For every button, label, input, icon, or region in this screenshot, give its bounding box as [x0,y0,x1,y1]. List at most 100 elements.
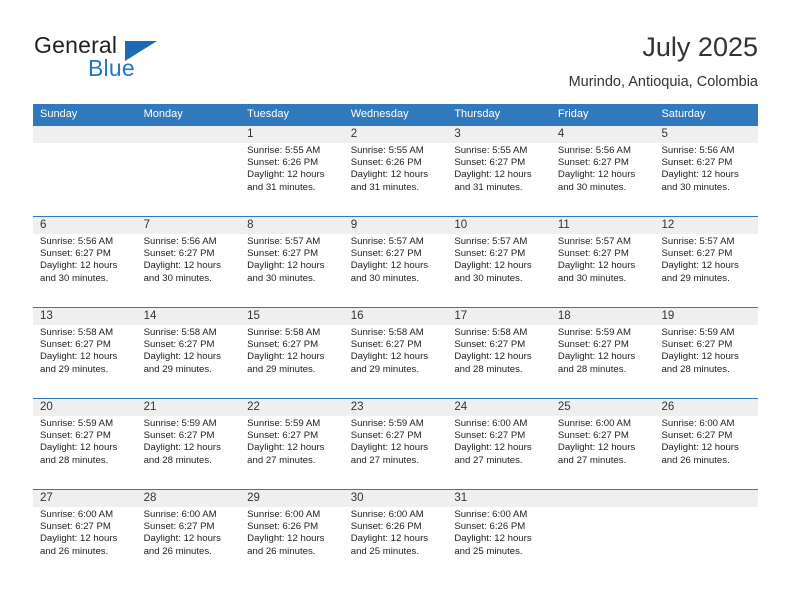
daylight-text-line2: and 28 minutes. [557,363,627,375]
day-cell[interactable]: 5 Sunrise: 5:56 AM Sunset: 6:27 PM Dayli… [654,126,758,216]
daylight-text-line1: Daylight: 12 hours [454,533,532,545]
daylight-text-line2: and 29 minutes. [143,363,212,375]
daylight-text-line1: Daylight: 12 hours [350,260,429,272]
day-cell[interactable]: 15 Sunrise: 5:58 AM Sunset: 6:27 PM Dayl… [240,308,344,398]
day-cell[interactable]: 11 Sunrise: 5:57 AM Sunset: 6:27 PM Dayl… [551,217,655,307]
day-cell[interactable]: 23 Sunrise: 5:59 AM Sunset: 6:27 PM Dayl… [344,399,448,489]
sunrise-text: Sunrise: 5:58 AM [454,327,528,338]
day-number: 13 [40,310,53,322]
day-cell[interactable]: 14 Sunrise: 5:58 AM Sunset: 6:27 PM Dayl… [137,308,241,398]
weekday-header-sunday: Sunday [40,108,78,120]
day-cell[interactable]: 16 Sunrise: 5:58 AM Sunset: 6:27 PM Dayl… [344,308,448,398]
day-cell[interactable]: 9 Sunrise: 5:57 AM Sunset: 6:27 PM Dayli… [344,217,448,307]
day-cell[interactable]: 10 Sunrise: 5:57 AM Sunset: 6:27 PM Dayl… [447,217,551,307]
day-details: Sunrise: 5:59 AM Sunset: 6:27 PM Dayligh… [558,327,649,376]
sunset-text: Sunset: 6:26 PM [454,521,526,533]
daylight-text-line1: Daylight: 12 hours [350,442,429,454]
day-cell[interactable]: 22 Sunrise: 5:59 AM Sunset: 6:27 PM Dayl… [240,399,344,489]
day-details: Sunrise: 5:55 AM Sunset: 6:26 PM Dayligh… [351,145,442,194]
day-number [40,126,131,143]
sunrise-text: Sunrise: 5:56 AM [40,236,114,247]
sunrise-text: Sunrise: 5:59 AM [40,418,114,429]
daylight-text-line2: and 29 minutes. [661,272,730,284]
day-details: Sunrise: 5:56 AM Sunset: 6:27 PM Dayligh… [40,236,131,285]
daylight-text-line1: Daylight: 12 hours [350,169,429,181]
week-row: 20 Sunrise: 5:59 AM Sunset: 6:27 PM Dayl… [33,398,758,489]
day-cell[interactable]: 17 Sunrise: 5:58 AM Sunset: 6:27 PM Dayl… [447,308,551,398]
day-cell[interactable]: 12 Sunrise: 5:57 AM Sunset: 6:27 PM Dayl… [654,217,758,307]
day-number [144,126,235,143]
weekday-header-friday: Friday [557,108,589,120]
daylight-text-line1: Daylight: 12 hours [350,351,429,363]
day-cell[interactable]: 7 Sunrise: 5:56 AM Sunset: 6:27 PM Dayli… [137,217,241,307]
day-cell[interactable]: 24 Sunrise: 6:00 AM Sunset: 6:27 PM Dayl… [447,399,551,489]
sunrise-text: Sunrise: 5:58 AM [40,327,114,338]
day-number: 26 [661,401,675,413]
day-number: 6 [40,219,47,231]
daylight-text-line1: Daylight: 12 hours [40,260,118,272]
sunset-text: Sunset: 6:27 PM [557,339,629,351]
sunrise-text: Sunrise: 5:55 AM [454,145,528,156]
sunrise-text: Sunrise: 5:56 AM [661,145,735,156]
sunrise-text: Sunrise: 5:58 AM [247,327,321,338]
day-number: 22 [247,401,260,413]
day-cell[interactable]: 19 Sunrise: 5:59 AM Sunset: 6:27 PM Dayl… [654,308,758,398]
daylight-text-line2: and 29 minutes. [40,363,109,375]
day-number: 7 [143,219,150,231]
daylight-text-line2: and 30 minutes. [143,272,212,284]
day-cell[interactable]: 30 Sunrise: 6:00 AM Sunset: 6:26 PM Dayl… [344,490,448,580]
logo[interactable]: General Blue [34,32,294,90]
day-number: 3 [454,128,461,140]
day-cell[interactable]: 18 Sunrise: 5:59 AM Sunset: 6:27 PM Dayl… [551,308,655,398]
daylight-text-line1: Daylight: 12 hours [454,442,532,454]
sunset-text: Sunset: 6:27 PM [247,248,319,260]
page-header: General Blue July 2025 Murindo, Antioqui… [34,32,758,96]
day-details: Sunrise: 5:55 AM Sunset: 6:26 PM Dayligh… [247,145,338,194]
logo-text-blue: Blue [88,55,135,81]
day-cell[interactable]: 4 Sunrise: 5:56 AM Sunset: 6:27 PM Dayli… [551,126,655,216]
daylight-text-line2: and 26 minutes. [247,545,316,557]
weekday-header-thursday: Thursday [454,108,501,120]
day-cell[interactable]: 2 Sunrise: 5:55 AM Sunset: 6:26 PM Dayli… [344,126,448,216]
day-number: 10 [454,219,468,231]
daylight-text-line1: Daylight: 12 hours [143,351,221,363]
day-cell[interactable]: 3 Sunrise: 5:55 AM Sunset: 6:27 PM Dayli… [447,126,551,216]
sunrise-text: Sunrise: 5:59 AM [557,327,631,338]
sunset-text: Sunset: 6:27 PM [661,157,733,169]
day-details: Sunrise: 6:00 AM Sunset: 6:27 PM Dayligh… [144,509,235,558]
day-cell[interactable]: 13 Sunrise: 5:58 AM Sunset: 6:27 PM Dayl… [33,308,137,398]
day-cell[interactable]: 31 Sunrise: 6:00 AM Sunset: 6:26 PM Dayl… [447,490,551,580]
day-cell[interactable]: 28 Sunrise: 6:00 AM Sunset: 6:27 PM Dayl… [137,490,241,580]
day-details: Sunrise: 6:00 AM Sunset: 6:27 PM Dayligh… [558,418,649,467]
sunrise-text: Sunrise: 5:56 AM [143,236,217,247]
day-cell[interactable]: 26 Sunrise: 6:00 AM Sunset: 6:27 PM Dayl… [654,399,758,489]
daylight-text-line2: and 28 minutes. [40,454,109,466]
day-cell[interactable]: 29 Sunrise: 6:00 AM Sunset: 6:26 PM Dayl… [240,490,344,580]
day-cell[interactable]: 21 Sunrise: 5:59 AM Sunset: 6:27 PM Dayl… [137,399,241,489]
daylight-text-line1: Daylight: 12 hours [454,169,532,181]
daylight-text-line1: Daylight: 12 hours [40,351,118,363]
day-details: Sunrise: 5:58 AM Sunset: 6:27 PM Dayligh… [351,327,442,376]
day-cell[interactable]: 6 Sunrise: 5:56 AM Sunset: 6:27 PM Dayli… [33,217,137,307]
daylight-text-line2: and 27 minutes. [454,454,523,466]
sunrise-text: Sunrise: 5:57 AM [350,236,424,247]
sunrise-text: Sunrise: 5:55 AM [350,145,424,156]
day-cell[interactable]: 1 Sunrise: 5:55 AM Sunset: 6:26 PM Dayli… [240,126,344,216]
day-cell[interactable]: 25 Sunrise: 6:00 AM Sunset: 6:27 PM Dayl… [551,399,655,489]
daylight-text-line1: Daylight: 12 hours [247,169,325,181]
day-cell [654,490,758,580]
daylight-text-line1: Daylight: 12 hours [143,442,221,454]
day-details: Sunrise: 5:57 AM Sunset: 6:27 PM Dayligh… [661,236,752,285]
daylight-text-line2: and 31 minutes. [350,181,420,193]
day-number [558,490,649,507]
day-number: 11 [557,219,570,231]
day-cell[interactable]: 27 Sunrise: 6:00 AM Sunset: 6:27 PM Dayl… [33,490,137,580]
daylight-text-line2: and 28 minutes. [454,363,523,375]
sunrise-text: Sunrise: 5:57 AM [247,236,321,247]
day-details: Sunrise: 5:57 AM Sunset: 6:27 PM Dayligh… [351,236,442,285]
daylight-text-line1: Daylight: 12 hours [143,533,221,545]
sunrise-text: Sunrise: 6:00 AM [454,418,528,429]
day-cell[interactable]: 20 Sunrise: 5:59 AM Sunset: 6:27 PM Dayl… [33,399,137,489]
weekday-header-wednesday: Wednesday [350,108,409,120]
day-cell[interactable]: 8 Sunrise: 5:57 AM Sunset: 6:27 PM Dayli… [240,217,344,307]
